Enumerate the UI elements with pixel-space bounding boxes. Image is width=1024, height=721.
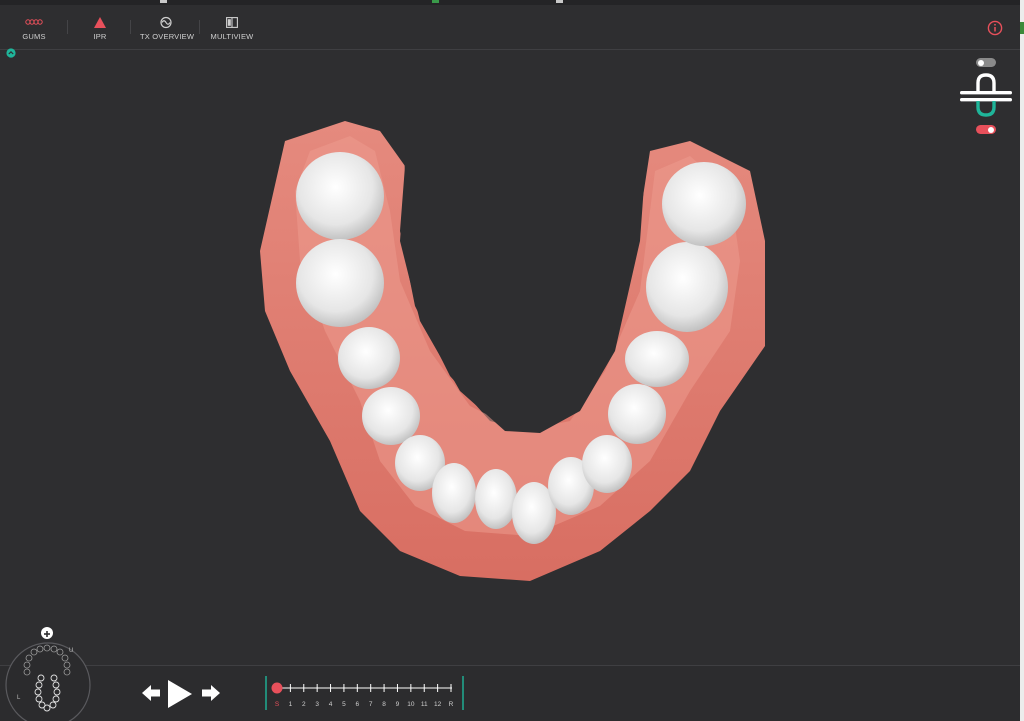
- tooth-34[interactable]: [362, 387, 420, 445]
- tooth-35[interactable]: [338, 327, 400, 389]
- tx-overview-button[interactable]: TX OVERVIEW: [140, 14, 195, 41]
- timeline-step-label: 6: [355, 701, 360, 708]
- arch-minimap[interactable]: U L: [3, 627, 93, 721]
- arrow-right-icon[interactable]: [202, 685, 220, 701]
- ipr-button[interactable]: IPR: [88, 14, 112, 41]
- tooth-37[interactable]: [296, 152, 384, 240]
- plus-icon[interactable]: [41, 627, 53, 639]
- arch-selector: [955, 55, 1017, 140]
- timeline-step-label: 8: [382, 701, 386, 708]
- info-icon[interactable]: [987, 20, 1003, 36]
- tx-overview-icon: [140, 14, 192, 30]
- timeline-step-label: S: [274, 701, 280, 708]
- timeline-step-label: 1: [288, 701, 293, 708]
- window-top-edge: [0, 0, 1020, 5]
- treatment-timeline[interactable]: S 1 2 3 4 5 6 7 8 9 10 11 12 R: [262, 674, 468, 714]
- tooth-32[interactable]: [432, 463, 476, 523]
- tooth-45[interactable]: [625, 331, 689, 387]
- tooth-47[interactable]: [662, 162, 746, 246]
- multiview-label: MULTIVIEW: [210, 32, 254, 41]
- lower-arch-toggle[interactable]: [976, 125, 996, 134]
- timeline-step-label: 2: [301, 701, 306, 708]
- tooth-43[interactable]: [582, 435, 632, 493]
- timeline-step-label: 3: [315, 701, 319, 708]
- top-toolbar: GUMS IPR TX OVERVIEW MULTIVIEW: [0, 0, 1020, 50]
- lower-arch-model[interactable]: [250, 111, 780, 611]
- timeline-step-label: R: [448, 701, 454, 708]
- timeline-step-label: 12: [433, 701, 442, 708]
- gums-icon: [18, 14, 50, 30]
- minimap-lower-label: L: [17, 695, 21, 701]
- arch-switch-icon[interactable]: [960, 70, 1012, 120]
- toolbar-separator: [199, 20, 200, 34]
- 3d-viewport[interactable]: [0, 51, 1020, 665]
- play-icon[interactable]: [168, 680, 192, 708]
- toolbar-separator: [67, 20, 68, 34]
- multiview-icon: [210, 14, 254, 30]
- upper-arch-toggle[interactable]: [976, 58, 996, 67]
- timeline-step-label: 7: [368, 701, 373, 708]
- gums-label: GUMS: [22, 32, 46, 41]
- timeline-step-label: 4: [328, 701, 333, 708]
- multiview-button[interactable]: MULTIVIEW: [210, 14, 254, 41]
- gums-button[interactable]: GUMS: [18, 14, 50, 41]
- timeline-current-step-handle[interactable]: [271, 682, 283, 694]
- tooth-36[interactable]: [296, 239, 384, 327]
- ipr-triangle-icon: [88, 14, 112, 30]
- tooth-31[interactable]: [475, 469, 517, 529]
- timeline-step-label: 9: [395, 701, 400, 708]
- ipr-label: IPR: [93, 32, 107, 41]
- window-right-edge: [1020, 0, 1024, 721]
- tx-overview-label: TX OVERVIEW: [140, 32, 195, 41]
- toolbar-separator: [130, 20, 131, 34]
- timeline-step-label: 5: [342, 701, 346, 708]
- tooth-44[interactable]: [608, 384, 666, 444]
- tooth-46[interactable]: [646, 242, 728, 332]
- playback-controls: [140, 678, 224, 710]
- timeline-step-label: 10: [407, 701, 415, 708]
- treatment-viewer-app: GUMS IPR TX OVERVIEW MULTIVIEW U L S 1 2…: [0, 0, 1020, 721]
- arrow-left-icon[interactable]: [142, 685, 160, 701]
- minimap-upper-label: U: [69, 648, 74, 654]
- timeline-step-label: 11: [420, 701, 428, 708]
